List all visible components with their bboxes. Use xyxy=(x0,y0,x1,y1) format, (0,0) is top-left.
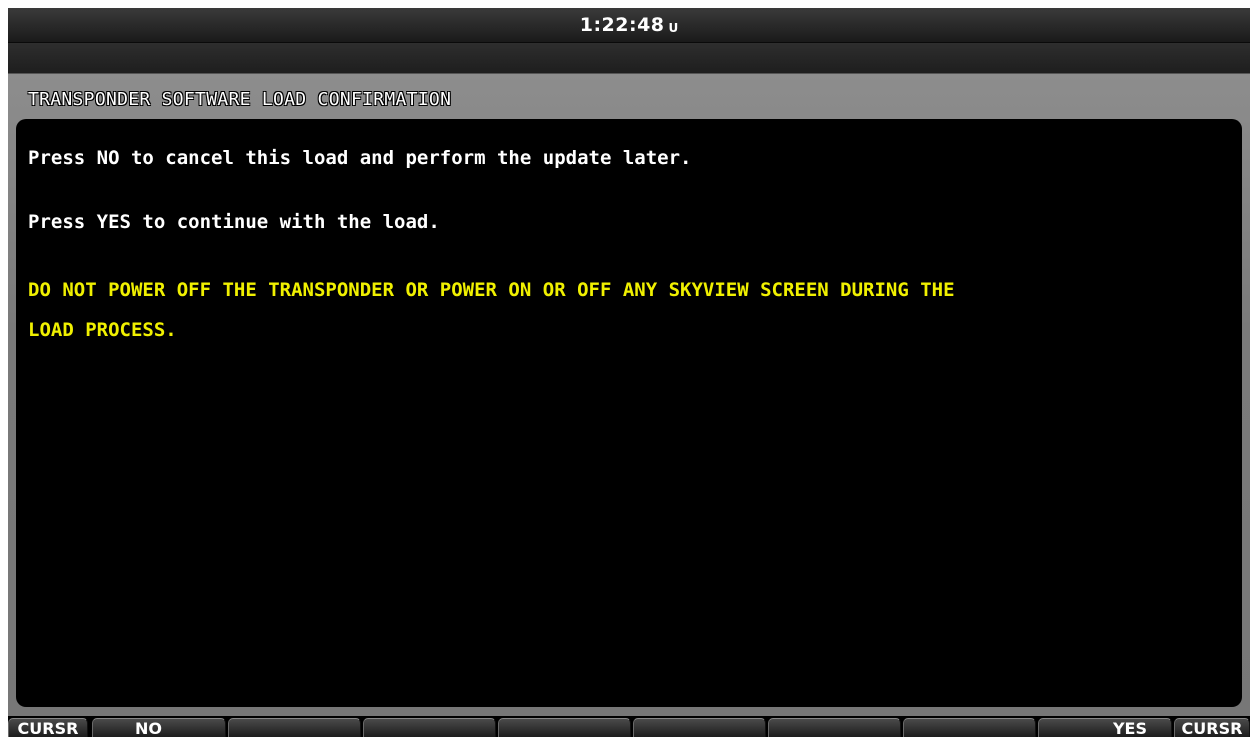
left-cursor-button[interactable]: CURSR xyxy=(8,718,88,737)
top-status-strip xyxy=(8,43,1250,74)
right-cursor-button[interactable]: CURSR xyxy=(1174,718,1250,737)
softkey-6[interactable] xyxy=(768,718,901,737)
power-warning-line-2: LOAD PROCESS. xyxy=(28,319,177,341)
softkey-5[interactable] xyxy=(633,718,766,737)
softkey-4[interactable] xyxy=(498,718,631,737)
cancel-instruction: Press NO to cancel this load and perform… xyxy=(28,147,692,169)
clock-time: 1:22:48 xyxy=(579,14,665,36)
skyview-screen: 1:22:48 U TRANSPONDER SOFTWARE LOAD CONF… xyxy=(8,8,1250,737)
panel-title: TRANSPONDER SOFTWARE LOAD CONFIRMATION xyxy=(28,89,452,110)
softkey-2[interactable] xyxy=(228,718,361,737)
softkey-3[interactable] xyxy=(363,718,496,737)
message-box: Press NO to cancel this load and perform… xyxy=(16,119,1242,707)
yes-button[interactable]: YES xyxy=(1038,718,1172,737)
confirmation-panel: TRANSPONDER SOFTWARE LOAD CONFIRMATION P… xyxy=(8,74,1250,716)
clock-time-unit: U xyxy=(668,21,679,35)
softkey-bar: CURSR NO YES CURSR xyxy=(8,716,1250,737)
top-clock-bar: 1:22:48 U xyxy=(8,8,1250,43)
power-warning-line-1: DO NOT POWER OFF THE TRANSPONDER OR POWE… xyxy=(28,279,955,301)
continue-instruction: Press YES to continue with the load. xyxy=(28,211,440,233)
softkey-7[interactable] xyxy=(903,718,1036,737)
no-button[interactable]: NO xyxy=(92,718,226,737)
